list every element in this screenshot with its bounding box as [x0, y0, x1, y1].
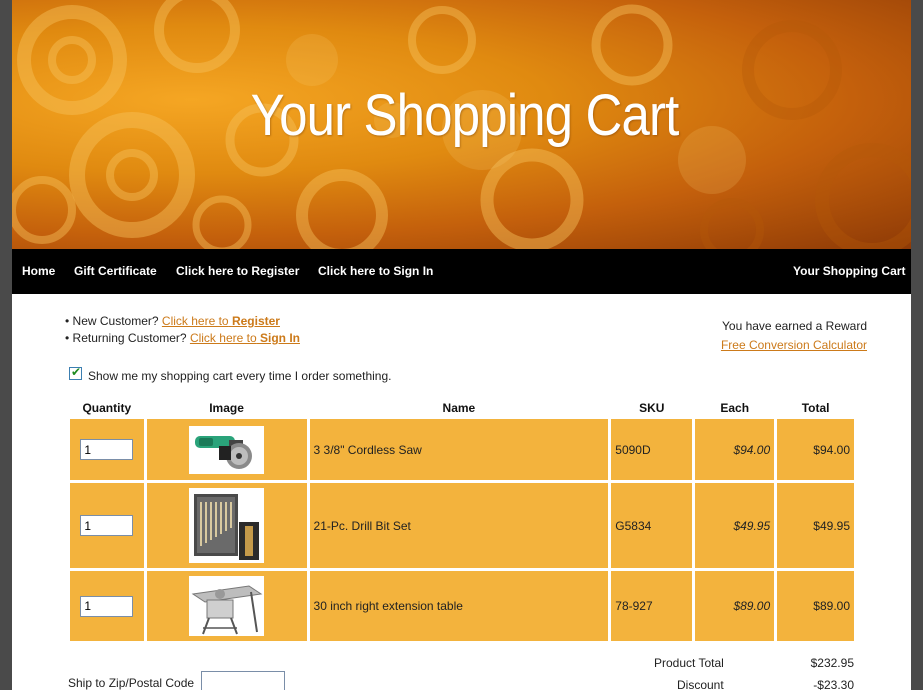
top-nav: Home Gift Certificate Click here to Regi…: [12, 249, 911, 294]
header-each: Each: [720, 400, 750, 415]
header-total: Total: [801, 400, 830, 415]
page-title: Your Shopping Cart: [250, 83, 680, 148]
image-cell: [146, 571, 307, 641]
image-cell: [146, 419, 307, 480]
register-link-bold: Register: [231, 314, 280, 328]
table-row: 21-Pc. Drill Bit Set G5834 $49.95 $49.95: [70, 483, 854, 568]
new-customer-label: • New Customer?: [65, 314, 159, 328]
discount-label: Discount: [677, 678, 724, 690]
nav-register[interactable]: Click here to Register: [176, 264, 299, 278]
cart-content: • New Customer? Click here to Register •…: [12, 294, 911, 690]
extension-table-image[interactable]: [189, 576, 265, 636]
quantity-cell: [70, 571, 144, 641]
table-row: 3 3/8" Cordless Saw 5090D $94.00 $94.00: [70, 419, 854, 480]
reward-text: You have earned a Reward: [722, 319, 867, 333]
zip-label: Ship to Zip/Postal Code: [68, 676, 195, 690]
returning-customer-line: • Returning Customer? Click here to Sign…: [65, 331, 300, 345]
table-header-row: Quantity Image Name SKU Each Total: [70, 399, 854, 416]
header-image: Image: [209, 400, 244, 415]
sign-in-link[interactable]: Click here to Sign In: [190, 331, 300, 345]
returning-customer-label: • Returning Customer?: [65, 331, 187, 345]
discount-value: -$23.30: [813, 678, 854, 690]
header-banner: Your Shopping Cart: [12, 0, 911, 249]
total-cell: $94.00: [777, 419, 854, 480]
show-cart-label: Show me my shopping cart every time I or…: [88, 369, 392, 383]
register-link[interactable]: Click here to Register: [162, 314, 280, 328]
reward-link[interactable]: Free Conversion Calculator: [721, 338, 867, 352]
total-cell: $49.95: [777, 483, 854, 568]
show-cart-checkbox[interactable]: ✔: [69, 365, 82, 380]
name-cell: 21-Pc. Drill Bit Set: [309, 483, 609, 568]
cordless-saw-image[interactable]: [189, 425, 265, 474]
each-cell: $94.00: [695, 419, 775, 480]
image-cell: [146, 483, 307, 568]
zip-input[interactable]: [201, 671, 285, 690]
quantity-input[interactable]: [80, 515, 134, 536]
sku-cell: 5090D: [611, 419, 693, 480]
new-customer-line: • New Customer? Click here to Register: [65, 314, 280, 328]
sign-in-link-text: Click here to: [189, 331, 257, 345]
quantity-input[interactable]: [80, 595, 134, 617]
quantity-cell: [70, 483, 144, 568]
total-cell: $89.00: [777, 571, 854, 641]
header-sku: SKU: [639, 400, 665, 415]
quantity-input[interactable]: [80, 439, 134, 460]
name-cell: 3 3/8" Cordless Saw: [309, 419, 609, 480]
sku-cell: 78-927: [611, 571, 693, 641]
cart-table: Quantity Image Name SKU Each Total 1 3 3…: [67, 396, 857, 644]
sign-in-link-bold: Sign In: [259, 331, 300, 345]
table-row: 30 inch right extension table 78-927 $89…: [70, 571, 854, 641]
each-cell: $49.95: [695, 483, 775, 568]
product-total-value: $232.95: [810, 656, 854, 670]
name-cell: 30 inch right extension table: [309, 571, 609, 641]
nav-sign-in[interactable]: Click here to Sign In: [318, 264, 433, 278]
drill-bit-set-image[interactable]: [189, 488, 265, 563]
register-link-text: Click here to: [161, 314, 229, 328]
check-mark-icon: ✔: [71, 365, 82, 379]
nav-shopping-cart[interactable]: Your Shopping Cart: [793, 264, 905, 278]
sku-cell: G5834: [611, 483, 693, 568]
header-quantity: Quantity: [82, 400, 132, 415]
each-cell: $89.00: [695, 571, 775, 641]
quantity-cell: [70, 419, 144, 480]
nav-gift-certificate[interactable]: Gift Certificate: [74, 264, 157, 278]
header-name: Name: [442, 400, 476, 415]
nav-home[interactable]: Home: [22, 264, 55, 278]
page: Your Shopping Cart Home Gift Certificate…: [12, 0, 911, 690]
product-total-label: Product Total: [654, 656, 724, 670]
